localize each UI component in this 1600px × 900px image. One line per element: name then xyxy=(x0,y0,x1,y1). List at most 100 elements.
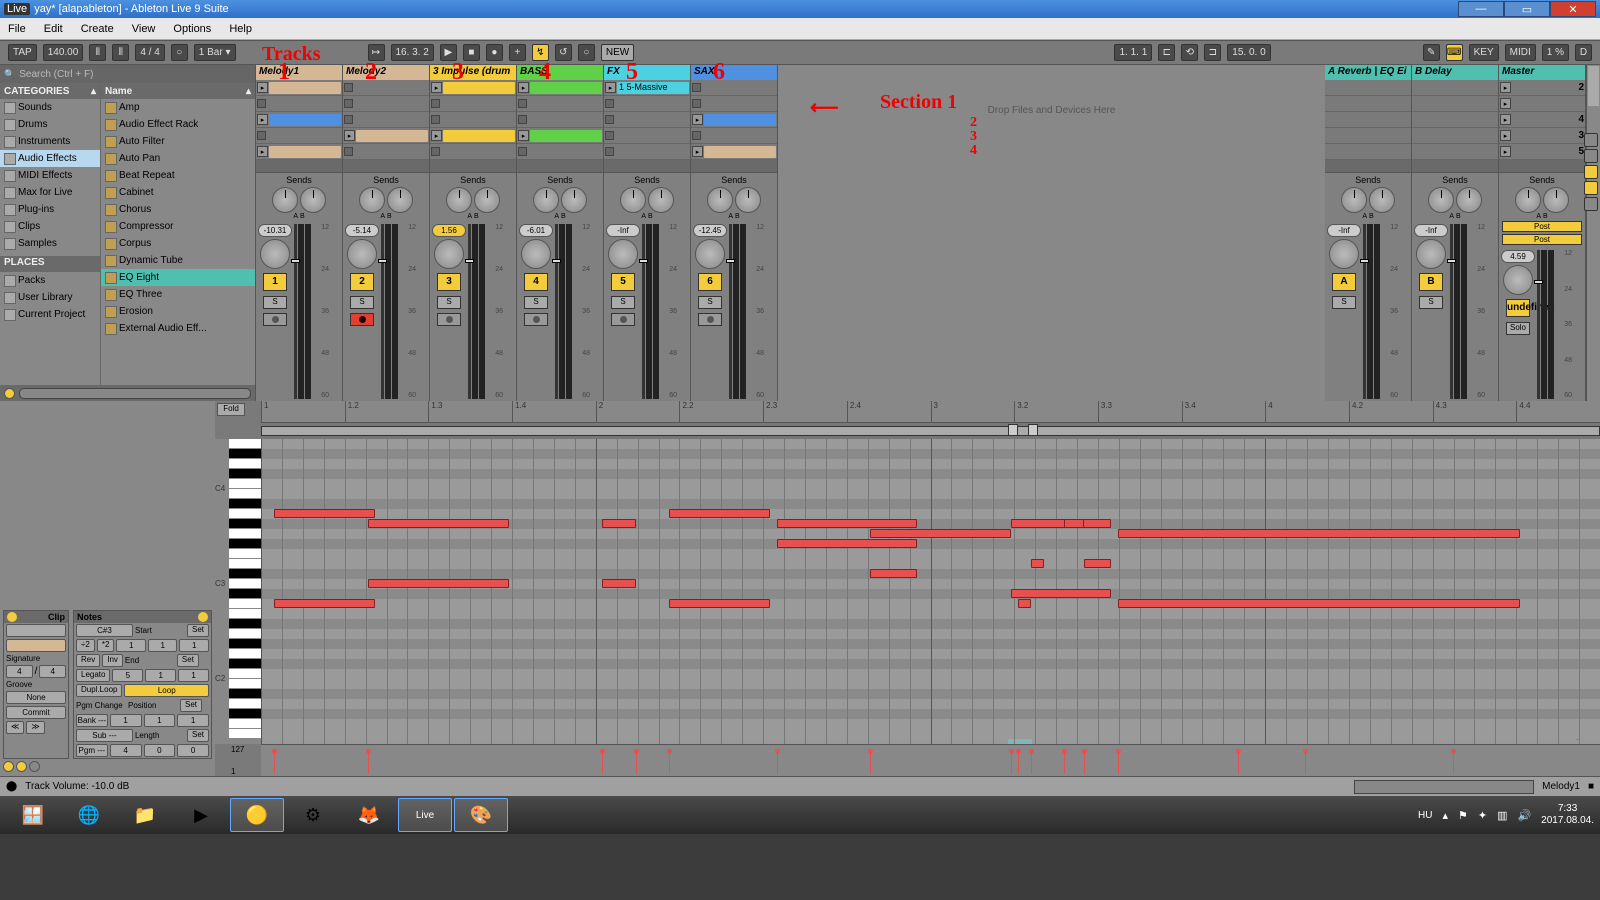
midi-note[interactable] xyxy=(1084,559,1111,568)
track-header[interactable]: B Delay xyxy=(1412,65,1498,80)
clip-slot[interactable] xyxy=(604,144,690,160)
loop-start-marker[interactable] xyxy=(1008,424,1018,436)
note-grid[interactable]: 1/16 xyxy=(261,439,1600,744)
len-3[interactable]: 0 xyxy=(177,744,209,757)
send-a-knob[interactable] xyxy=(1515,187,1541,213)
session-record[interactable]: ○ xyxy=(578,44,595,61)
sub-select[interactable]: Sub --- xyxy=(76,729,133,742)
nudge-back[interactable]: ≪ xyxy=(6,721,24,734)
arm-button[interactable] xyxy=(698,313,722,326)
pan-knob[interactable] xyxy=(1416,239,1446,269)
cat-samples[interactable]: Samples xyxy=(0,235,100,252)
send-b-knob[interactable] xyxy=(735,187,761,213)
track-header[interactable]: Master xyxy=(1499,65,1585,80)
volume-value[interactable]: -10.31 xyxy=(258,224,292,237)
len-1[interactable]: 4 xyxy=(110,744,142,757)
clip-slot[interactable]: ▸ xyxy=(256,144,342,160)
post-button[interactable]: Post xyxy=(1502,234,1582,245)
clip-slot[interactable] xyxy=(430,144,516,160)
device-auto-filter[interactable]: ▸Auto Filter xyxy=(101,133,255,150)
send-b-knob[interactable] xyxy=(300,187,326,213)
window-minimize[interactable]: — xyxy=(1458,1,1504,17)
solo-button[interactable]: S xyxy=(524,296,548,309)
solo-button[interactable]: S xyxy=(1332,296,1356,309)
device-eq-three[interactable]: ▸EQ Three xyxy=(101,286,255,303)
volume-fader[interactable] xyxy=(555,224,558,399)
start-3[interactable]: 1 xyxy=(179,639,209,652)
send-b-knob[interactable] xyxy=(561,187,587,213)
pos-1[interactable]: 1 xyxy=(110,714,142,727)
sig-den[interactable]: 4 xyxy=(39,665,66,678)
scene-slot[interactable]: ▸ xyxy=(1499,96,1585,112)
clip-slot[interactable]: ▸ xyxy=(691,144,777,160)
device-beat-repeat[interactable]: ▸Beat Repeat xyxy=(101,167,255,184)
volume-fader[interactable] xyxy=(642,224,645,399)
clip-slot[interactable] xyxy=(691,96,777,112)
fold-button[interactable]: Fold xyxy=(217,403,245,416)
tray-lang[interactable]: HU xyxy=(1418,810,1432,821)
clip-slot[interactable] xyxy=(1325,96,1411,112)
time-signature[interactable]: 4 / 4 xyxy=(135,44,164,61)
clip-slot[interactable] xyxy=(517,96,603,112)
track-activator[interactable]: 4 xyxy=(524,273,548,291)
send-a-knob[interactable] xyxy=(446,187,472,213)
midi-note[interactable] xyxy=(274,509,374,518)
clip-slot[interactable]: ▸ xyxy=(517,80,603,96)
clip-slot[interactable] xyxy=(604,112,690,128)
clip-slot[interactable] xyxy=(343,80,429,96)
midi-note[interactable] xyxy=(669,599,769,608)
taskbar-paint[interactable]: 🎨 xyxy=(454,798,508,832)
device-external-audio-eff-[interactable]: ▸External Audio Eff... xyxy=(101,320,255,337)
arm-button[interactable] xyxy=(437,313,461,326)
clip-slot[interactable] xyxy=(430,112,516,128)
clip-color[interactable] xyxy=(6,639,66,652)
volume-fader[interactable] xyxy=(1537,250,1540,399)
root-note[interactable]: C#3 xyxy=(76,624,133,637)
clip-name[interactable] xyxy=(6,624,66,637)
punch-out[interactable]: ⊐ xyxy=(1204,44,1221,61)
solo-button[interactable]: Solo xyxy=(1506,322,1530,335)
send-b-knob[interactable] xyxy=(1456,187,1482,213)
nudge-fwd[interactable]: ≫ xyxy=(26,721,44,734)
clip-slot[interactable]: ▸ xyxy=(343,128,429,144)
pos-3[interactable]: 1 xyxy=(177,714,209,727)
midi-note[interactable] xyxy=(870,529,1011,538)
clip-slot[interactable] xyxy=(1325,112,1411,128)
punch-in[interactable]: ⊏ xyxy=(1158,44,1175,61)
clip-slot[interactable]: ▸ xyxy=(256,112,342,128)
div2-button[interactable]: ÷2 xyxy=(76,639,95,652)
menu-view[interactable]: View xyxy=(132,23,156,35)
tray-network-icon[interactable]: ▥ xyxy=(1497,809,1507,822)
track-activator[interactable]: A xyxy=(1332,273,1356,291)
post-button[interactable]: Post xyxy=(1502,221,1582,232)
send-b-knob[interactable] xyxy=(1543,187,1569,213)
device-audio-effect-rack[interactable]: ▸Audio Effect Rack xyxy=(101,116,255,133)
volume-fader[interactable] xyxy=(381,224,384,399)
draw-mode[interactable]: ✎ xyxy=(1423,44,1440,61)
sig-num[interactable]: 4 xyxy=(6,665,33,678)
start-set[interactable]: Set xyxy=(187,624,209,637)
arrangement-position[interactable]: 16. 3. 2 xyxy=(391,44,434,61)
track-header[interactable]: Melody2 xyxy=(343,65,429,80)
send-a-knob[interactable] xyxy=(1428,187,1454,213)
device-chorus[interactable]: ▸Chorus xyxy=(101,201,255,218)
menu-help[interactable]: Help xyxy=(229,23,252,35)
midi-note[interactable] xyxy=(1064,519,1084,528)
session-scrollbar[interactable] xyxy=(1586,65,1600,401)
tray-app-icon[interactable]: ✦ xyxy=(1478,809,1487,822)
end-set[interactable]: Set xyxy=(177,654,199,667)
cat-audio-effects[interactable]: Audio Effects xyxy=(0,150,100,167)
taskbar-explorer[interactable]: 📁 xyxy=(118,798,172,832)
clip-slot[interactable]: ▸ xyxy=(430,128,516,144)
send-b-knob[interactable] xyxy=(1369,187,1395,213)
legato-button[interactable]: Legato xyxy=(76,669,110,682)
send-a-knob[interactable] xyxy=(620,187,646,213)
arm-button[interactable] xyxy=(350,313,374,326)
volume-fader[interactable] xyxy=(1363,224,1366,399)
notes-box-icon[interactable] xyxy=(16,761,27,772)
track-header[interactable]: Melody1 xyxy=(256,65,342,80)
volume-fader[interactable] xyxy=(1450,224,1453,399)
clip-slot[interactable] xyxy=(1325,80,1411,96)
volume-value[interactable]: -Inf xyxy=(1327,224,1361,237)
track-activator[interactable]: 5 xyxy=(611,273,635,291)
